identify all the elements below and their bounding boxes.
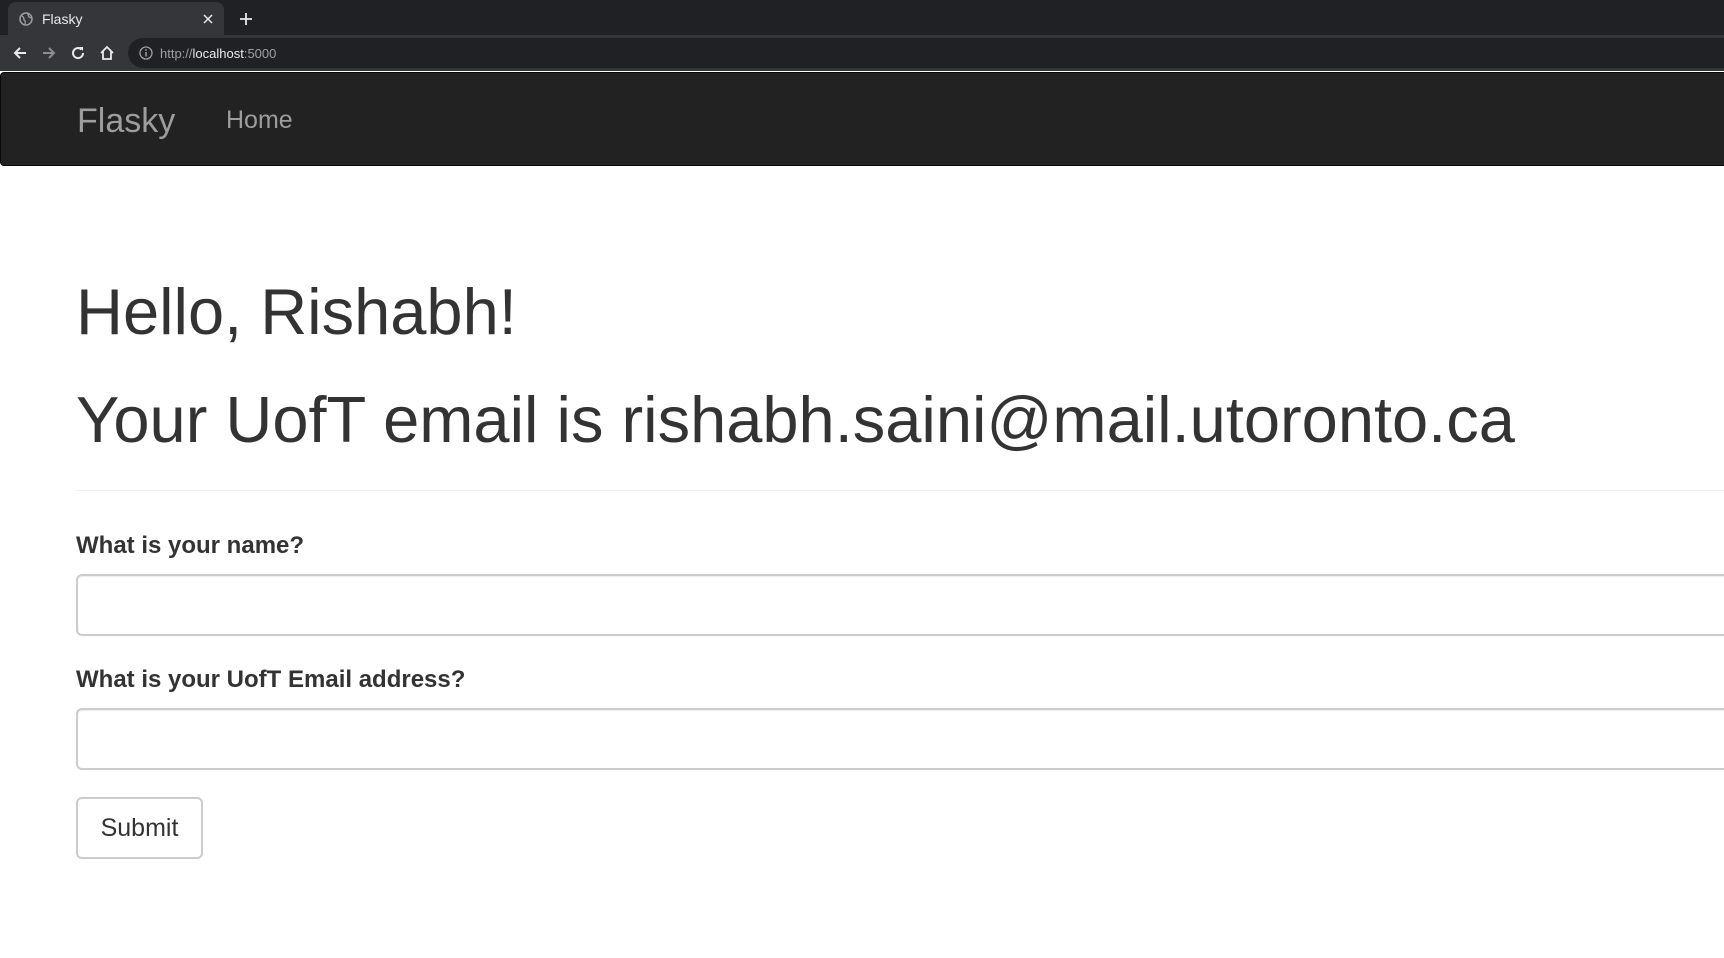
url-port: :5000 [243, 45, 277, 61]
arrow-left-icon [13, 47, 26, 59]
browser-toolbar: http://localhost:5000 [0, 35, 1724, 71]
name-input[interactable] [76, 574, 1724, 636]
tab-title: Flasky [42, 10, 83, 27]
info-icon[interactable] [138, 45, 154, 61]
navbar: Flasky Home [0, 72, 1724, 166]
reload-button[interactable] [63, 39, 92, 67]
plus-icon [240, 13, 252, 25]
email-heading: Your UofT email is rishabh.saini@mail.ut… [76, 383, 1515, 456]
url-scheme: http:// [160, 45, 193, 61]
close-icon[interactable] [198, 9, 218, 29]
arrow-right-icon [42, 47, 55, 59]
navbar-brand[interactable]: Flasky [77, 101, 175, 141]
browser-tab-strip: Flasky [0, 0, 1724, 35]
browser-tab[interactable]: Flasky [8, 2, 224, 35]
name-label: What is your name? [76, 532, 305, 559]
home-icon [99, 45, 114, 60]
address-bar[interactable]: http://localhost:5000 [128, 38, 1724, 68]
globe-icon [18, 11, 34, 27]
new-tab-button[interactable] [232, 5, 260, 33]
forward-button[interactable] [34, 39, 63, 67]
home-button[interactable] [92, 39, 121, 67]
reload-icon [71, 47, 84, 60]
url-host: localhost [192, 45, 244, 61]
email-label: What is your UofT Email address? [76, 666, 466, 693]
back-button[interactable] [5, 39, 34, 67]
nav-item-home[interactable]: Home [226, 105, 293, 135]
greeting-heading: Hello, Rishabh! [76, 275, 517, 348]
email-input[interactable] [76, 708, 1724, 770]
divider [76, 490, 1724, 491]
submit-button[interactable]: Submit [76, 797, 203, 859]
